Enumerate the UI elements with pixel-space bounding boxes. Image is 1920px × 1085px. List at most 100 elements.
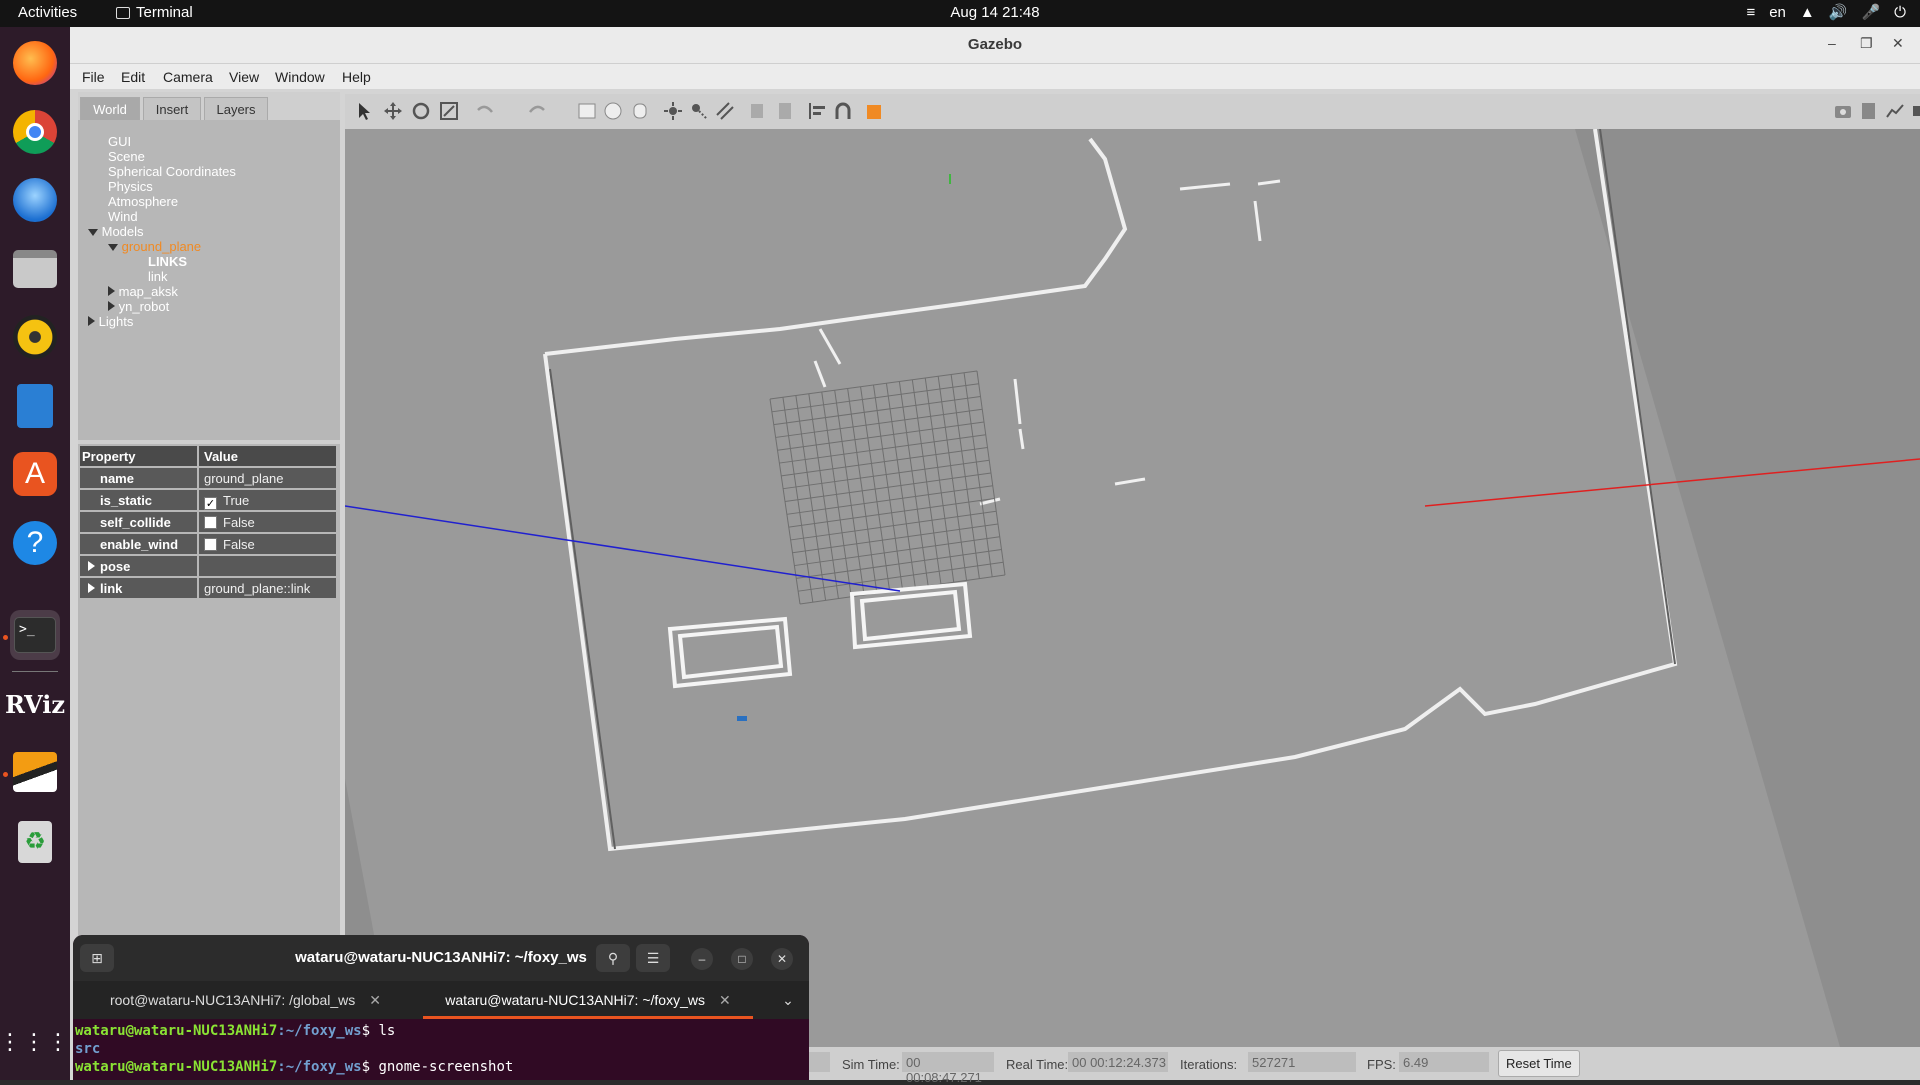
plot-icon[interactable] [1885,101,1905,121]
search-icon[interactable]: ⚲ [596,944,630,972]
reset-time-button[interactable]: Reset Time [1498,1050,1580,1077]
undo-icon[interactable] [475,101,495,121]
tab-insert[interactable]: Insert [143,97,201,121]
screenshot-icon[interactable] [1833,101,1853,121]
app-center-icon[interactable]: A [10,449,60,499]
menu-icon[interactable]: ☰ [636,944,670,972]
menu-help[interactable]: Help [342,69,371,85]
close-icon[interactable]: ✕ [771,948,793,970]
robot-marker[interactable] [737,716,747,721]
tree-robot[interactable]: yn_robot [108,299,169,314]
files-icon[interactable] [10,244,60,294]
directional-light-icon[interactable] [715,101,735,121]
volume-icon[interactable]: 🔊 [1829,3,1848,21]
power-icon[interactable]: ⏻ [1894,4,1906,21]
expand-arrow-icon[interactable] [88,229,98,236]
gazebo-icon[interactable] [10,747,60,797]
snap-icon[interactable] [833,101,853,121]
tabs-dropdown-icon[interactable]: ⌄ [768,981,808,1019]
sphere-shape-icon[interactable] [603,101,623,121]
box-shape-icon[interactable] [577,101,597,121]
minimize-button[interactable]: – [1828,35,1836,51]
show-apps-icon[interactable]: ⋮⋮⋮ [0,1017,69,1067]
writer-icon[interactable] [10,381,60,431]
menu-file[interactable]: File [82,69,105,85]
paste-icon[interactable] [774,101,794,121]
tree-link[interactable]: link [148,269,168,284]
checkbox-unchecked[interactable] [204,538,217,551]
collapse-arrow-icon[interactable] [108,301,115,311]
scene-viewport[interactable] [345,129,1920,1047]
tree-physics[interactable]: Physics [108,179,153,194]
thunderbird-icon[interactable] [10,175,60,225]
tree-map[interactable]: map_aksk [108,284,178,299]
maximize-button[interactable]: ❐ [1860,35,1873,52]
tree-gui[interactable]: GUI [108,134,131,149]
copy-icon[interactable] [748,101,768,121]
network-icon[interactable]: ≡ [1746,4,1755,21]
point-light-icon[interactable] [663,101,683,121]
tree-atmosphere[interactable]: Atmosphere [108,194,178,209]
system-tray[interactable]: ≡ en ▲ 🔊 🎤 ⏻ [1746,3,1906,22]
prop-row-link[interactable]: link ground_plane::link [80,578,336,598]
tree-links[interactable]: LINKS [148,254,187,269]
wifi-icon[interactable]: ▲ [1800,4,1815,21]
language-indicator[interactable]: en [1769,4,1786,21]
help-icon[interactable]: ? [10,518,60,568]
prop-row-pose[interactable]: pose [80,556,336,576]
close-tab-icon[interactable]: ✕ [719,992,731,1008]
clock[interactable]: Aug 14 21:48 [0,4,1920,21]
log-icon[interactable] [1859,101,1879,121]
redo-icon[interactable] [527,101,547,121]
tree-ground-plane[interactable]: ground_plane [108,239,201,254]
align-icon[interactable] [807,101,827,121]
rviz-icon[interactable]: RViz [5,679,65,729]
mic-icon[interactable]: 🎤 [1861,3,1880,21]
minimize-icon[interactable]: – [691,948,713,970]
prop-row-name[interactable]: name ground_plane [80,468,336,488]
tree-wind[interactable]: Wind [108,209,138,224]
prop-row-self-collide[interactable]: self_collide False [80,512,336,532]
gazebo-titlebar: Gazebo – ❐ ✕ [70,27,1920,64]
menu-view[interactable]: View [229,69,259,85]
grid-line [924,377,955,583]
collapse-arrow-icon[interactable] [88,316,95,326]
menu-camera[interactable]: Camera [163,69,213,85]
translate-mode-icon[interactable] [383,101,403,121]
prop-row-is-static[interactable]: is_static ✓ True [80,490,336,510]
video-record-icon[interactable] [1911,101,1920,121]
prop-row-enable-wind[interactable]: enable_wind False [80,534,336,554]
terminal-tab-1[interactable]: root@wataru-NUC13ANHi7: /global_ws ✕ [73,981,418,1019]
tree-spherical[interactable]: Spherical Coordinates [108,164,236,179]
scale-mode-icon[interactable] [439,101,459,121]
checkbox-unchecked[interactable] [204,516,217,529]
trash-icon[interactable]: ♻ [10,817,60,867]
rotate-mode-icon[interactable] [411,101,431,121]
menu-edit[interactable]: Edit [121,69,145,85]
scene-render[interactable] [345,129,1920,1047]
cylinder-shape-icon[interactable] [630,101,650,121]
change-view-icon[interactable] [865,101,885,121]
terminal-output[interactable]: wataru@wataru-NUC13ANHi7:~/foxy_ws$ ls s… [73,1019,809,1080]
tab-layers[interactable]: Layers [204,97,268,121]
collapse-arrow-icon[interactable] [108,286,115,296]
maximize-icon[interactable]: □ [731,948,753,970]
close-button[interactable]: ✕ [1892,35,1904,52]
tab-world[interactable]: World [80,97,140,121]
chrome-icon[interactable] [10,107,60,157]
spot-light-icon[interactable] [689,101,709,121]
iterations-label: Iterations: [1180,1057,1238,1072]
menu-window[interactable]: Window [275,69,325,85]
terminal-dock-icon[interactable]: >_ [10,610,60,660]
tree-scene[interactable]: Scene [108,149,145,164]
sim-time-value: 00 00:08:47.271 [902,1052,994,1085]
select-mode-icon[interactable] [355,101,375,121]
terminal-tab-2[interactable]: wataru@wataru-NUC13ANHi7: ~/foxy_ws ✕ [423,981,753,1019]
checkbox-checked[interactable]: ✓ [204,497,217,510]
firefox-icon[interactable] [10,38,60,88]
expand-arrow-icon[interactable] [108,244,118,251]
close-tab-icon[interactable]: ✕ [369,992,381,1008]
tree-models[interactable]: Models [88,224,144,239]
rhythmbox-icon[interactable] [10,312,60,362]
tree-lights[interactable]: Lights [88,314,133,329]
